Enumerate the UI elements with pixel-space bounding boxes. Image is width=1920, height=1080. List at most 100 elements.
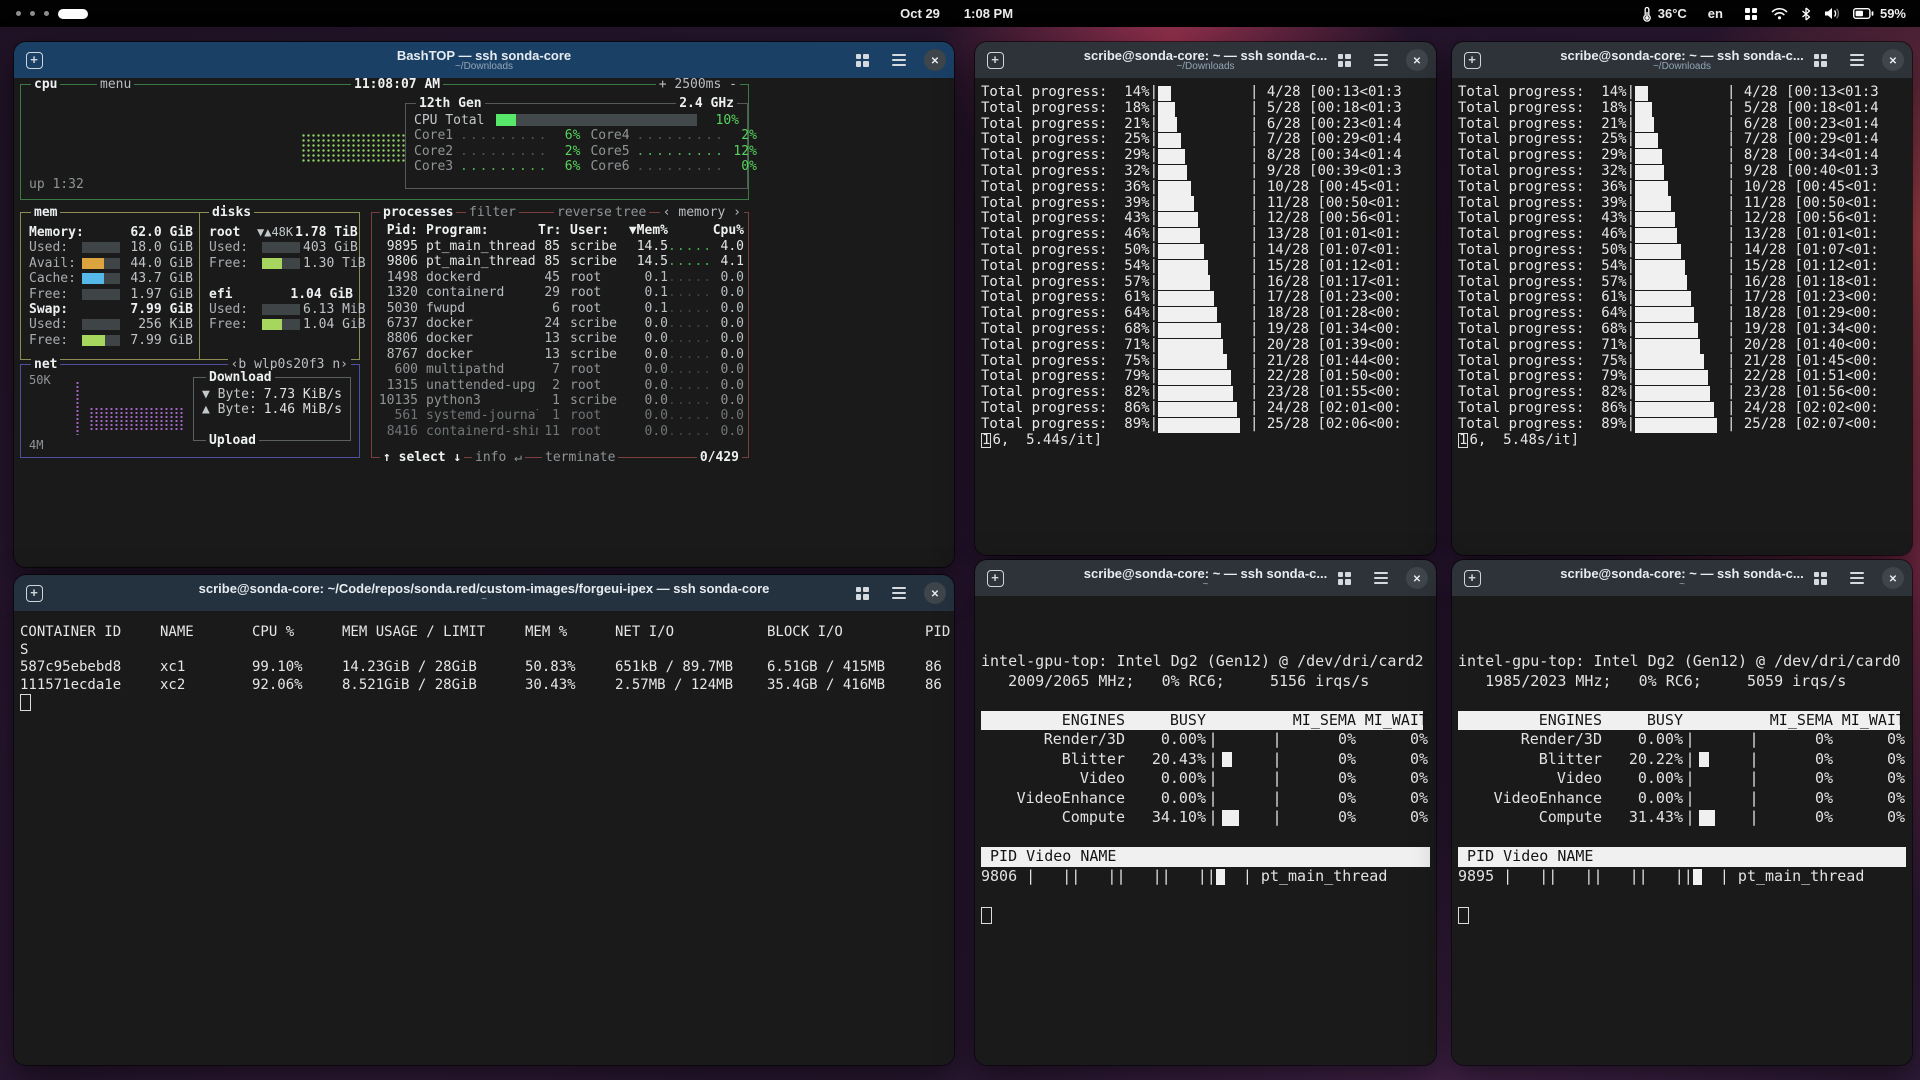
keyboard-layout[interactable]: en [1708, 6, 1723, 21]
process-row[interactable]: 8806 docker 13 scribe 0.0 0.0 [376, 331, 744, 346]
menubar-date[interactable]: Oct 29 [900, 6, 940, 21]
titlebar[interactable]: scribe@sonda-core: ~ — ssh sonda-c... ~ [1452, 560, 1912, 596]
process-row[interactable]: 1315 unattended-upgr 2 root 0.0 0.0 [376, 378, 744, 393]
menu-button[interactable] [1845, 48, 1869, 72]
col-mem[interactable]: ▼Mem% [622, 223, 668, 238]
progress-bar [1158, 418, 1250, 433]
close-button[interactable] [1882, 49, 1904, 71]
titlebar[interactable]: scribe@sonda-core: ~/Code/repos/sonda.re… [14, 575, 954, 611]
new-tab-button[interactable] [1460, 566, 1484, 590]
menu-label[interactable]: menu [97, 78, 134, 92]
workspace-dot[interactable] [30, 11, 35, 16]
wifi-icon[interactable] [1771, 7, 1788, 20]
menu-button[interactable] [887, 48, 911, 72]
new-tab-button[interactable] [983, 566, 1007, 590]
tab-overview-button[interactable] [1808, 48, 1832, 72]
process-row[interactable]: 6737 docker 24 scribe 0.0 0.0 [376, 316, 744, 331]
process-pid: 8806 [376, 331, 418, 346]
menu-button[interactable] [1369, 566, 1393, 590]
process-row[interactable]: 9895 pt_main_thread 85 scribe 14.5 4.0 [376, 239, 744, 254]
close-button[interactable] [924, 49, 946, 71]
menu-button[interactable] [1845, 566, 1869, 590]
workspace-dot[interactable] [44, 11, 49, 16]
terminal-bashtop[interactable]: cpu menu 11:08:07 AM + 2500ms - up 1:32 … [14, 78, 954, 567]
terminal-gpu-b[interactable]: intel-gpu-top: Intel Dg2 (Gen12) @ /dev/… [1452, 596, 1912, 1065]
new-tab-button[interactable] [1460, 48, 1484, 72]
process-row[interactable]: 1498 dockerd 45 root 0.1 0.0 [376, 270, 744, 285]
terminal-progress-b[interactable]: Total progress: 14%|| 4/28 [00:13<01:3 T… [1452, 78, 1912, 555]
titlebar[interactable]: scribe@sonda-core: ~ — ssh sonda-c... ~/… [1452, 42, 1912, 78]
bluetooth-icon[interactable] [1801, 7, 1811, 21]
tab-overview-button[interactable] [1332, 566, 1356, 590]
close-button[interactable] [1406, 567, 1428, 589]
process-row[interactable]: 8767 docker 13 scribe 0.0 0.0 [376, 347, 744, 362]
tab-overview-button[interactable] [1808, 566, 1832, 590]
menubar-time[interactable]: 1:08 PM [964, 6, 1013, 21]
process-row[interactable]: 600 multipathd 7 root 0.0 0.0 [376, 362, 744, 377]
tab-overview-button[interactable] [850, 581, 874, 605]
gpu-engine-row: Blitter 20.22% 0% 0% [1458, 750, 1912, 770]
col-engines: ENGINES [981, 711, 1125, 731]
new-tab-button[interactable] [983, 48, 1007, 72]
terminal-gpu-a[interactable]: intel-gpu-top: Intel Dg2 (Gen12) @ /dev/… [975, 596, 1436, 1065]
terminate-control[interactable]: terminate [542, 450, 618, 465]
titlebar[interactable]: scribe@sonda-core: ~ — ssh sonda-c... ~ [975, 560, 1436, 596]
terminal-docker-stats[interactable]: CONTAINER ID NAME CPU % MEM USAGE / LIMI… [14, 611, 954, 1065]
workspace-active-pill[interactable] [58, 9, 88, 19]
new-tab-button[interactable] [22, 581, 46, 605]
progress-line: Total progress: 29%|| 8/28 [00:34<01:4 [1458, 148, 1912, 164]
cpu-box-label[interactable]: cpu [31, 78, 60, 92]
menu-button[interactable] [887, 581, 911, 605]
tab-processes[interactable]: processes [380, 205, 456, 220]
col-user[interactable]: User: [560, 223, 622, 238]
engine-busy-bar [1697, 730, 1747, 750]
close-button[interactable] [1882, 567, 1904, 589]
menu-button[interactable] [1369, 48, 1393, 72]
tab-overview-button[interactable] [1332, 48, 1356, 72]
tab-reverse[interactable]: reverse [554, 205, 615, 220]
status-area[interactable]: 36°C en 59% [1642, 6, 1906, 22]
col-pid[interactable]: Pid: [376, 223, 418, 238]
disks-box-label[interactable]: disks [209, 205, 254, 220]
process-row[interactable]: 1320 containerd 29 root 0.1 0.0 [376, 285, 744, 300]
close-button[interactable] [924, 582, 946, 604]
battery-icon[interactable] [1853, 8, 1874, 19]
tab-overview-button[interactable] [850, 48, 874, 72]
gpu-engine-row: Blitter 20.43% 0% 0% [981, 750, 1436, 770]
info-control[interactable]: info ↵ [472, 450, 525, 465]
net-box-label[interactable]: net [31, 357, 60, 372]
tab-tree[interactable]: tree [612, 205, 649, 220]
mem-box-label[interactable]: mem [31, 205, 60, 220]
progress-suffix: | 21/28 [01:44<00: [1250, 353, 1402, 369]
col-threads[interactable]: Tr: [538, 223, 560, 238]
col-cpu[interactable]: Cpu% [708, 223, 744, 238]
app-grid-icon[interactable] [1744, 7, 1758, 21]
progress-bar [1635, 354, 1727, 369]
core-row: Core3 6% [414, 159, 580, 174]
terminal-progress-a[interactable]: Total progress: 14%|| 4/28 [00:13<01:3 T… [975, 78, 1436, 555]
new-tab-button[interactable] [22, 48, 46, 72]
process-row[interactable]: 9806 pt_main_thread 85 scribe 14.5 4.1 [376, 254, 744, 269]
close-button[interactable] [1406, 49, 1428, 71]
process-row[interactable]: 561 systemd-journal 1 root 0.0 0.0 [376, 408, 744, 423]
col-program[interactable]: Program: [418, 223, 538, 238]
select-control[interactable]: ↑ select ↓ [380, 450, 464, 465]
disk-row-value: 1.78 TiB [295, 225, 358, 240]
window-bashtop: BashTOP — ssh sonda-core ~/Downloads cpu… [14, 42, 954, 567]
core-name: Core2 [414, 144, 460, 159]
titlebar[interactable]: BashTOP — ssh sonda-core ~/Downloads [14, 42, 954, 78]
process-row[interactable]: 8416 containerd-shim 11 root 0.0 0.0 [376, 424, 744, 439]
titlebar[interactable]: scribe@sonda-core: ~ — ssh sonda-c... ~/… [975, 42, 1436, 78]
workspace-dot[interactable] [16, 11, 21, 16]
process-row[interactable]: 5030 fwupd 6 root 0.1 0.0 [376, 301, 744, 316]
window-title: scribe@sonda-core: ~ — ssh sonda-c... [1044, 566, 1367, 581]
progress-line: Total progress: 50%|| 14/28 [01:07<01: [1458, 243, 1912, 259]
volume-icon[interactable] [1824, 7, 1840, 20]
workspace-indicator[interactable] [16, 9, 88, 19]
refresh-interval[interactable]: + 2500ms - [656, 78, 740, 92]
tab-filter[interactable]: filter [466, 205, 519, 220]
process-row[interactable]: 10135 python3 1 scribe 0.0 0.0 [376, 393, 744, 408]
progress-prefix: Total progress: 79%| [1458, 368, 1635, 384]
sort-selector[interactable]: ‹ memory › [660, 205, 744, 220]
mem-row-value: 43.7 GiB [123, 271, 193, 286]
